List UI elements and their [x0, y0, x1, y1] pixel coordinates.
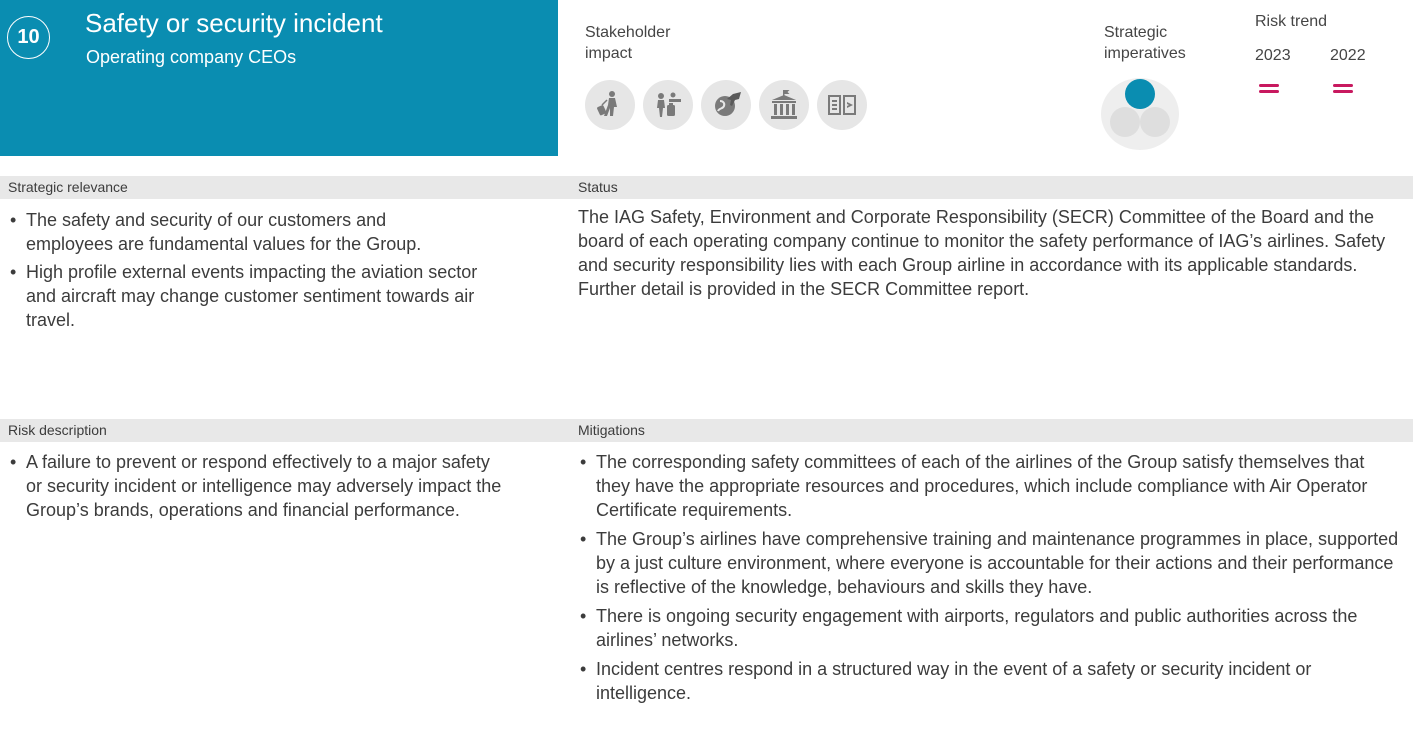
open-book-icon: [817, 80, 867, 130]
imperative-segment: [1110, 107, 1140, 137]
equals-trend-icon: [1333, 82, 1353, 94]
list-item: High profile external events impacting t…: [8, 260, 478, 332]
risk-title: Safety or security incident: [85, 8, 383, 38]
risk-owner: Operating company CEOs: [86, 47, 297, 67]
status-text: The IAG Safety, Environment and Corporat…: [578, 207, 1386, 299]
risk-header: 10 Safety or security incident Operating…: [0, 0, 558, 156]
list-item: The corresponding safety committees of e…: [578, 450, 1403, 522]
list-item: Incident centres respond in a structured…: [578, 657, 1403, 705]
imperative-segment-active: [1125, 79, 1155, 109]
list-item: The Group’s airlines have comprehensive …: [578, 527, 1403, 599]
strategic-relevance-heading: Strategic relevance: [8, 179, 128, 195]
risk-trend-label: Risk trend: [1255, 13, 1328, 30]
imperative-segment: [1140, 107, 1170, 137]
list-item: The safety and security of our customers…: [8, 208, 478, 256]
risk-trend-year: 2022: [1330, 47, 1366, 64]
risk-number-badge: 10: [7, 16, 50, 59]
mitigations-heading: Mitigations: [578, 422, 645, 438]
strategic-imperatives-indicator: [1101, 78, 1179, 150]
list-item: There is ongoing security engagement wit…: [578, 604, 1403, 652]
section-bar: Strategic relevance Status: [0, 176, 1413, 199]
status-heading: Status: [578, 179, 618, 195]
list-item: A failure to prevent or respond effectiv…: [8, 450, 508, 522]
stakeholder-icons: [585, 80, 867, 130]
globe-aircraft-icon: [701, 80, 751, 130]
stakeholder-impact-label: Stakeholder impact: [585, 24, 671, 62]
strategic-relevance-list: The safety and security of our customers…: [8, 208, 478, 336]
risk-trend-year: 2023: [1255, 47, 1291, 64]
section-bar: Risk description Mitigations: [0, 419, 1413, 442]
risk-description-heading: Risk description: [8, 422, 107, 438]
strategic-imperatives-label: Strategic imperatives: [1104, 24, 1186, 62]
government-building-icon: [759, 80, 809, 130]
mitigations-list: The corresponding safety committees of e…: [578, 450, 1403, 710]
risk-description-list: A failure to prevent or respond effectiv…: [8, 450, 508, 526]
traveller-with-luggage-icon: [585, 80, 635, 130]
equals-trend-icon: [1259, 82, 1279, 94]
customer-service-icon: [643, 80, 693, 130]
